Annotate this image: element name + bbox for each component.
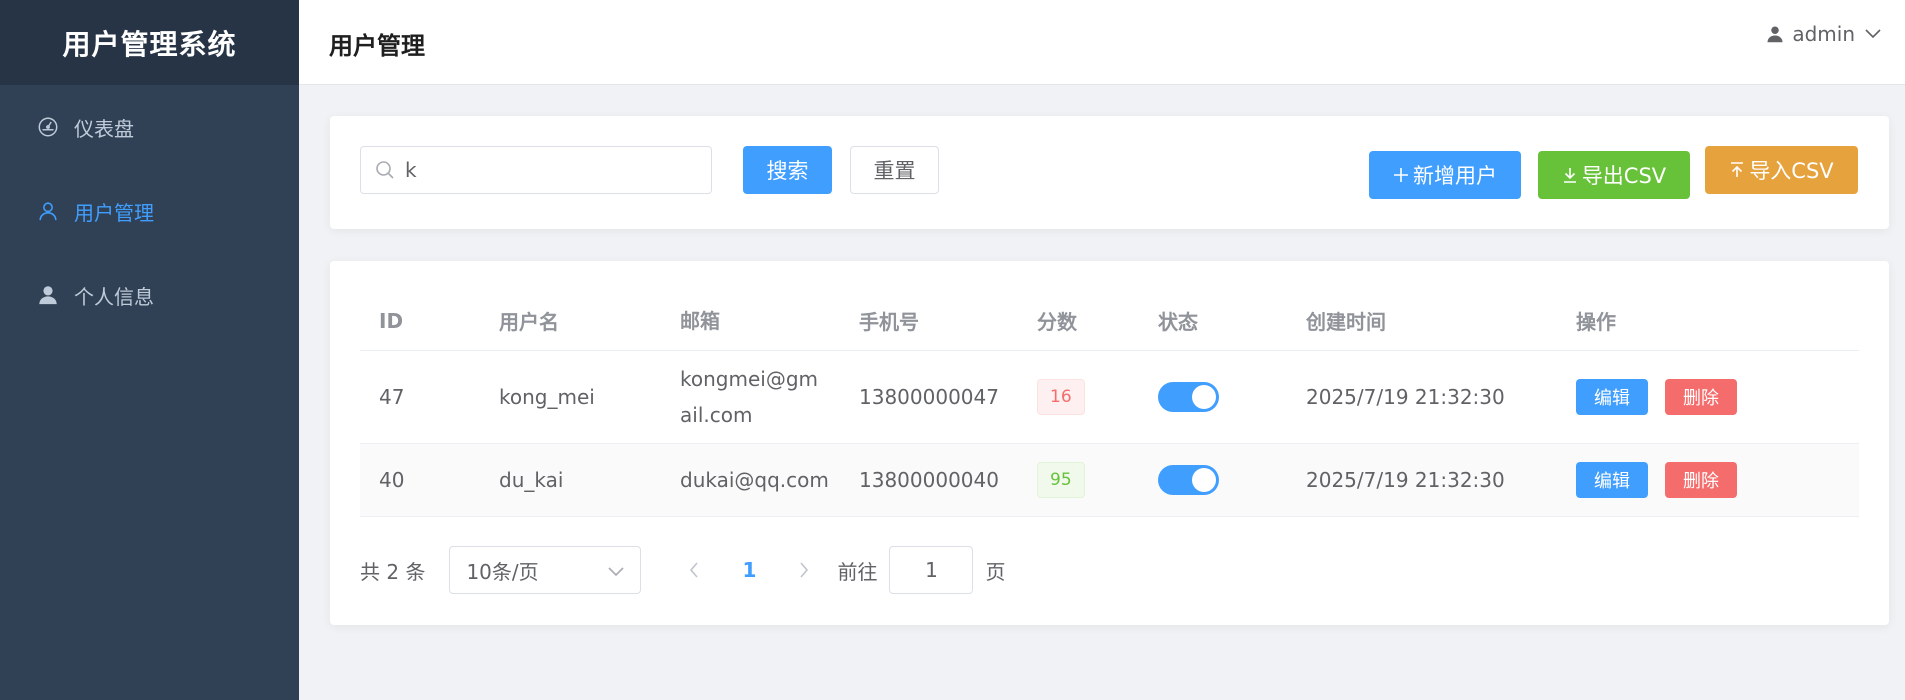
status-switch[interactable] (1158, 465, 1219, 495)
search-icon (375, 160, 395, 180)
column-header: 创建时间 (1306, 310, 1386, 334)
cell-username: kong_mei (499, 385, 595, 409)
cell-created: 2025/7/19 21:32:30 (1306, 385, 1505, 409)
page-title: 用户管理 (329, 32, 425, 60)
cell-status (1139, 465, 1287, 495)
cell-id: 40 (379, 468, 405, 492)
column-header: 操作 (1576, 310, 1616, 334)
prev-page-icon[interactable] (679, 562, 709, 578)
add-user-button[interactable]: 新增用户 (1369, 151, 1521, 199)
user-icon (1766, 24, 1784, 44)
sidebar-item-label: 个人信息 (74, 284, 154, 309)
search-input[interactable] (405, 158, 685, 182)
goto-page-input[interactable] (889, 546, 974, 594)
dashboard-icon (36, 115, 60, 139)
switch-knob (1192, 385, 1216, 409)
reset-button[interactable]: 重置 (850, 146, 939, 194)
app-title: 用户管理系统 (0, 0, 299, 85)
sidebar-item-user-management[interactable]: 用户管理 (0, 169, 299, 253)
cell-phone: 13800000040 (859, 468, 999, 492)
cell-actions: 编辑 删除 (1557, 379, 1837, 415)
table-row: 47 kong_mei kongmei@gmail.com 1380000004… (360, 351, 1859, 444)
cell-email: dukai@qq.com (680, 468, 829, 492)
cell-id: 47 (379, 385, 405, 409)
plus-icon (1393, 167, 1409, 183)
user-filled-icon (36, 283, 60, 307)
switch-knob (1192, 468, 1216, 492)
table-card: ID 用户名 邮箱 手机号 分数 状态 创建时间 操作 47 kong_mei … (330, 261, 1889, 625)
next-page-icon[interactable] (789, 562, 819, 578)
page-size-value: 10条/页 (466, 559, 539, 584)
column-header: 分数 (1037, 310, 1077, 334)
sidebar-item-profile[interactable]: 个人信息 (0, 253, 299, 337)
delete-button[interactable]: 删除 (1665, 462, 1737, 498)
user-dropdown[interactable]: admin (1766, 22, 1881, 46)
cell-score: 16 (1018, 379, 1139, 415)
sidebar-item-dashboard[interactable]: 仪表盘 (0, 85, 299, 169)
column-header: 手机号 (859, 310, 919, 334)
column-header: 邮箱 (680, 308, 720, 333)
score-tag: 95 (1037, 462, 1085, 498)
top-header: 用户管理 admin (299, 0, 1905, 85)
toolbar-card: 搜索 重置 新增用户 导出CSV 导入CSV (330, 116, 1889, 229)
cell-score: 95 (1018, 462, 1139, 498)
download-icon (1562, 167, 1578, 183)
chevron-down-icon (1865, 29, 1881, 39)
sidebar: 用户管理系统 仪表盘 用户管理 个人信息 (0, 0, 299, 700)
chevron-down-icon (608, 558, 625, 582)
table-row: 40 du_kai dukai@qq.com 13800000040 95 20… (360, 444, 1859, 517)
export-csv-button[interactable]: 导出CSV (1538, 151, 1690, 199)
import-csv-button[interactable]: 导入CSV (1705, 146, 1858, 194)
cell-email: kongmei@gmail.com (680, 367, 818, 427)
cell-username: du_kai (499, 468, 564, 492)
add-user-label: 新增用户 (1413, 164, 1497, 188)
status-switch[interactable] (1158, 382, 1219, 412)
table-header: ID 用户名 邮箱 手机号 分数 状态 创建时间 操作 (360, 291, 1859, 351)
search-box[interactable] (360, 146, 712, 194)
column-header: ID (379, 308, 404, 333)
sidebar-item-label: 仪表盘 (74, 116, 134, 141)
sidebar-item-label: 用户管理 (74, 200, 154, 225)
edit-button[interactable]: 编辑 (1576, 462, 1648, 498)
page-size-select[interactable]: 10条/页 (449, 546, 642, 594)
delete-button[interactable]: 删除 (1665, 379, 1737, 415)
column-header: 用户名 (499, 310, 559, 334)
import-csv-label: 导入CSV (1749, 159, 1834, 183)
search-button[interactable]: 搜索 (743, 146, 832, 194)
column-header: 状态 (1158, 310, 1198, 334)
score-tag: 16 (1037, 379, 1085, 415)
page-number[interactable]: 1 (729, 558, 769, 582)
cell-actions: 编辑 删除 (1557, 462, 1837, 498)
upload-icon (1729, 162, 1745, 178)
cell-created: 2025/7/19 21:32:30 (1306, 468, 1505, 492)
username: admin (1792, 22, 1855, 46)
goto-label: 前往 (837, 559, 878, 584)
user-outline-icon (36, 199, 60, 223)
cell-phone: 13800000047 (859, 385, 999, 409)
page-suffix: 页 (985, 559, 1006, 584)
pagination: 共 2 条 10条/页 1 前往 页 (360, 546, 1005, 594)
user-table: ID 用户名 邮箱 手机号 分数 状态 创建时间 操作 47 kong_mei … (360, 291, 1859, 517)
edit-button[interactable]: 编辑 (1576, 379, 1648, 415)
export-csv-label: 导出CSV (1581, 164, 1667, 188)
cell-status (1139, 382, 1287, 412)
total-count: 共 2 条 (360, 559, 426, 584)
